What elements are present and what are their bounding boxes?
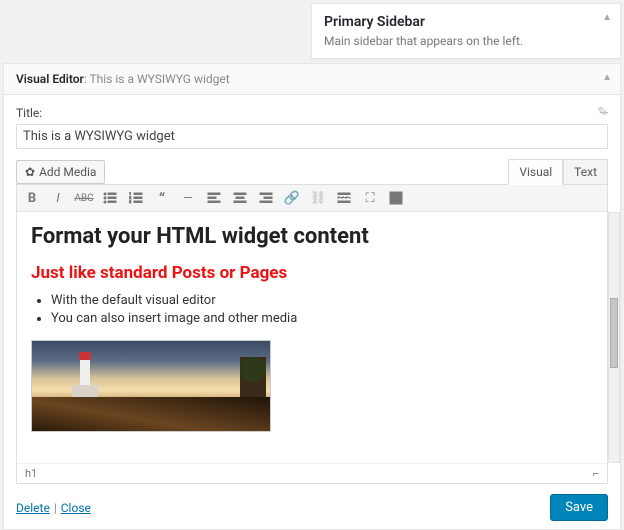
resize-handle-icon[interactable]: ⌐: [593, 467, 599, 480]
title-label: Title:: [16, 106, 597, 120]
delete-link[interactable]: Delete: [16, 501, 50, 515]
sidebar-panel[interactable]: Primary Sidebar Main sidebar that appear…: [311, 3, 621, 59]
add-media-label: Add Media: [39, 165, 96, 179]
bullet-list-icon[interactable]: [101, 189, 119, 207]
widget-collapse-icon[interactable]: ▲: [602, 72, 612, 83]
content-heading: Format your HTML widget content: [31, 224, 593, 249]
add-media-button[interactable]: ✿ Add Media: [16, 160, 105, 184]
hr-icon[interactable]: —: [179, 189, 197, 207]
link-icon[interactable]: 🔗: [283, 189, 301, 207]
unlink-icon[interactable]: ⛓: [309, 189, 327, 207]
editor-content[interactable]: Format your HTML widget content Just lik…: [17, 212, 607, 463]
tab-visual[interactable]: Visual: [508, 159, 563, 185]
editor-toolbar: B I ABC 123 “ — 🔗 ⛓ ⛶: [17, 185, 607, 212]
italic-icon[interactable]: I: [49, 189, 67, 207]
media-icon: ✿: [25, 165, 35, 179]
editor: B I ABC 123 “ — 🔗 ⛓ ⛶ Format your HTML w…: [16, 184, 608, 484]
path-value[interactable]: h1: [25, 467, 37, 480]
separator: |: [54, 501, 57, 515]
bold-icon[interactable]: B: [23, 189, 41, 207]
number-list-icon[interactable]: 123: [127, 189, 145, 207]
scrollbar[interactable]: [608, 212, 620, 463]
widget-header-desc: : This is a WYSIWYG widget: [84, 72, 230, 86]
scrollbar-thumb[interactable]: [610, 298, 618, 368]
close-link[interactable]: Close: [61, 501, 91, 515]
fullscreen-icon[interactable]: ⛶: [361, 189, 379, 207]
svg-text:3: 3: [129, 199, 131, 204]
align-right-icon[interactable]: [257, 189, 275, 207]
element-path: h1 ⌐: [17, 463, 607, 483]
panel-title: Primary Sidebar: [324, 14, 608, 30]
content-subheading: Just like standard Posts or Pages: [31, 263, 593, 283]
panel-description: Main sidebar that appears on the left.: [324, 34, 608, 48]
widget-header[interactable]: Visual Editor: This is a WYSIWYG widget …: [4, 64, 620, 95]
align-center-icon[interactable]: [231, 189, 249, 207]
strike-icon[interactable]: ABC: [75, 189, 93, 207]
widget-header-label: Visual Editor: [16, 72, 84, 86]
toolbar-toggle-icon[interactable]: [387, 189, 405, 207]
more-icon[interactable]: [335, 189, 353, 207]
title-input[interactable]: [16, 124, 608, 149]
tab-text[interactable]: Text: [563, 159, 608, 185]
visual-editor-widget: Visual Editor: This is a WYSIWYG widget …: [3, 63, 621, 530]
visibility-icon[interactable]: ✎̶: [597, 105, 608, 120]
save-button[interactable]: Save: [550, 494, 608, 521]
quote-icon[interactable]: “: [153, 189, 171, 207]
list-item: With the default visual editor: [51, 293, 593, 308]
list-item: You can also insert image and other medi…: [51, 311, 593, 326]
align-left-icon[interactable]: [205, 189, 223, 207]
content-image[interactable]: [31, 340, 271, 432]
collapse-icon[interactable]: ▲: [602, 12, 612, 23]
